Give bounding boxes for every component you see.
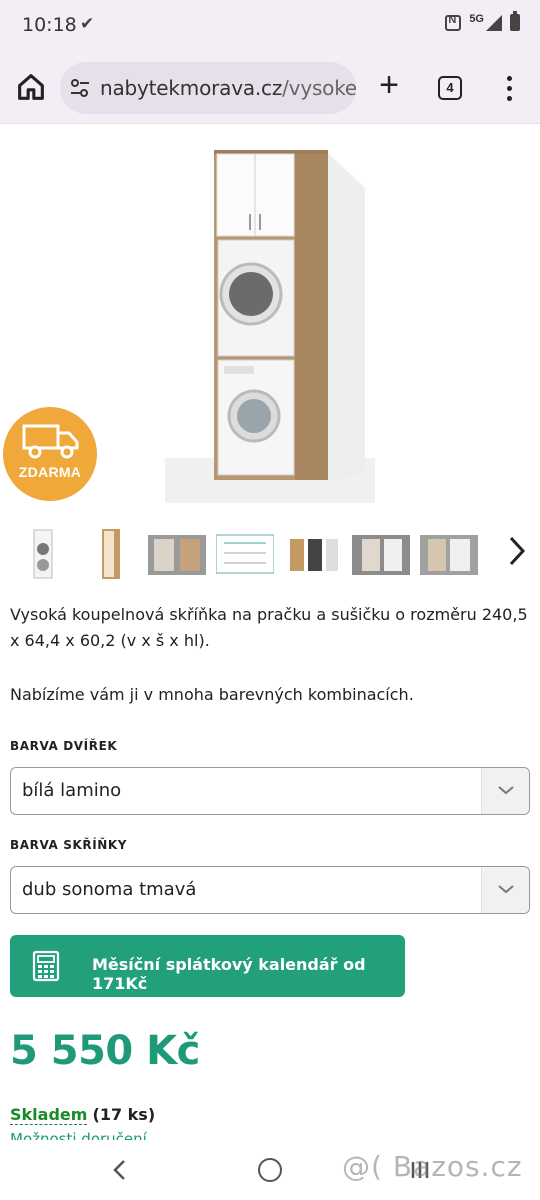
door-color-value: bílá lamino: [22, 780, 122, 801]
more-icon[interactable]: [498, 74, 522, 104]
url-domain: nabytekmorava.cz: [100, 76, 283, 100]
door-color-label: BARVA DVÍŘEK: [10, 739, 118, 753]
thumbnail-7[interactable]: [420, 525, 478, 581]
product-description-2: Nabízíme vám ji v mnoha barevných kombin…: [10, 685, 414, 704]
installment-calendar-button[interactable]: Měsíční splátkový kalendář od 171Kč: [10, 935, 405, 997]
thumbnail-3[interactable]: [148, 525, 206, 581]
door-color-dropdown-button[interactable]: [481, 768, 529, 814]
thumbnail-4[interactable]: [216, 525, 274, 581]
plus-icon[interactable]: +: [372, 68, 406, 104]
cabinet-color-value: dub sonoma tmavá: [22, 879, 197, 900]
stock-count: (17 ks): [92, 1105, 156, 1124]
signal-icon: [486, 14, 502, 31]
chevron-right-icon[interactable]: [505, 534, 529, 568]
home-icon[interactable]: [14, 70, 48, 104]
product-description: Vysoká koupelnová skříňka na pračku a su…: [10, 605, 528, 650]
status-icons: 5G: [445, 11, 520, 31]
tabs-icon[interactable]: 4: [438, 76, 462, 100]
stock-info: Skladem (17 ks): [10, 1105, 156, 1125]
cabinet-color-label: BARVA SKŘÍŇKY: [10, 838, 128, 852]
truck-icon: [22, 424, 79, 459]
thumbnail-2[interactable]: [82, 525, 140, 581]
check-icon: ✔: [80, 14, 95, 33]
watermark: @( Bazos.cz: [342, 1150, 523, 1183]
address-bar[interactable]: nabytekmorava.cz/vysoke-k: [60, 62, 356, 114]
chevron-down-icon: [498, 885, 514, 894]
calculator-icon: [32, 950, 60, 982]
installment-label: Měsíční splátkový kalendář od: [92, 955, 366, 974]
installment-text: Měsíční splátkový kalendář od 171Kč: [92, 955, 405, 993]
product-image[interactable]: [150, 128, 390, 506]
thumbnail-5[interactable]: [284, 525, 342, 581]
thumbnail-1[interactable]: [14, 525, 72, 581]
stock-status[interactable]: Skladem: [10, 1105, 88, 1125]
thumbnail-strip: [14, 525, 494, 585]
site-settings-icon[interactable]: [68, 76, 92, 100]
network-label: 5G: [469, 12, 484, 25]
chevron-down-icon: [498, 786, 514, 795]
free-delivery-badge: ZDARMA: [3, 407, 97, 501]
installment-amount: 171Kč: [92, 974, 148, 993]
badge-label: ZDARMA: [18, 464, 82, 480]
home-nav-icon[interactable]: [258, 1158, 282, 1182]
product-price: 5 550 Kč: [10, 1028, 200, 1074]
cabinet-color-dropdown-button[interactable]: [481, 867, 529, 913]
status-time: 10:18: [22, 14, 77, 36]
url-text[interactable]: nabytekmorava.cz/vysoke-k: [100, 76, 356, 100]
browser-toolbar: nabytekmorava.cz/vysoke-k + 4: [0, 52, 540, 124]
status-bar: 10:18 ✔ 5G: [0, 0, 540, 52]
door-color-select[interactable]: bílá lamino: [10, 767, 530, 815]
back-icon[interactable]: [110, 1158, 130, 1182]
cabinet-color-select[interactable]: dub sonoma tmavá: [10, 866, 530, 914]
url-path: /vysoke-k: [282, 76, 356, 100]
nfc-icon: [445, 14, 462, 31]
thumbnail-6[interactable]: [352, 525, 410, 581]
battery-icon: [510, 11, 520, 31]
